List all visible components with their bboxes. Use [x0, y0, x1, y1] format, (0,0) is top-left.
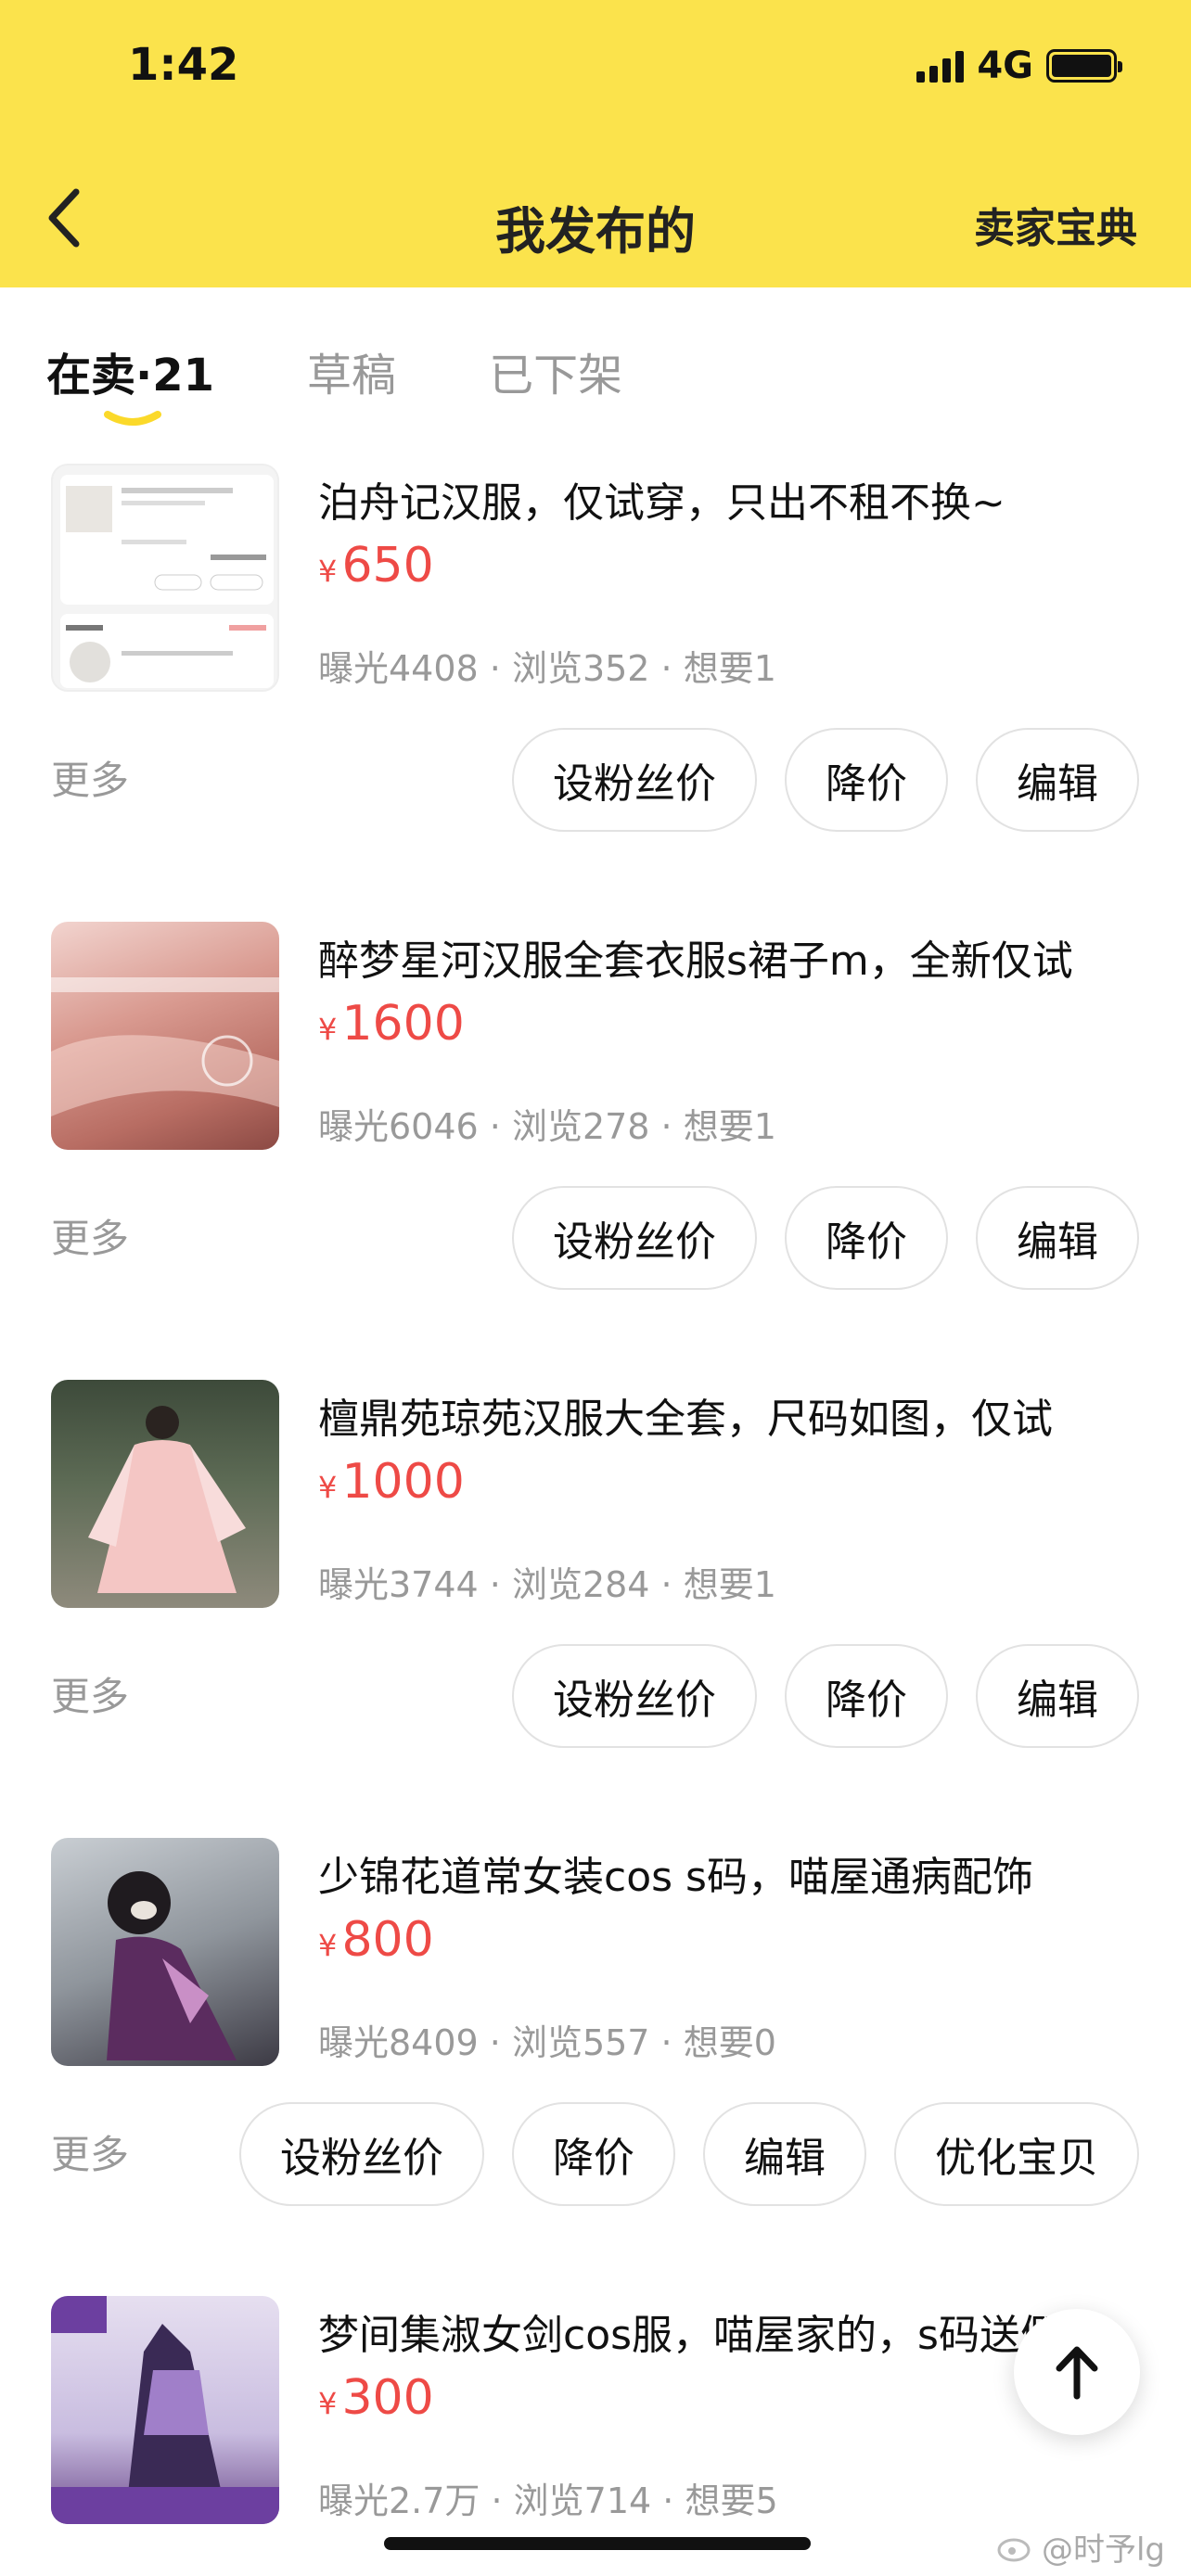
currency-symbol: ¥: [318, 1012, 338, 1047]
more-button[interactable]: 更多: [51, 749, 129, 806]
listing-stats: 曝光3744 · 浏览284 · 想要1: [318, 1564, 776, 1605]
listing-title: 醉梦星河汉服全套衣服s裙子m，全新仅试: [318, 937, 1073, 985]
scroll-to-top-button[interactable]: [1014, 2309, 1140, 2435]
tab-label: 草稿: [307, 350, 397, 402]
edit-button[interactable]: 编辑: [976, 1186, 1139, 1290]
edit-button[interactable]: 编辑: [703, 2102, 866, 2206]
price-value: 1000: [341, 1454, 465, 1510]
price-value: 800: [341, 1912, 434, 1968]
listing-thumbnail[interactable]: [51, 2296, 279, 2524]
set-fan-price-button[interactable]: 设粉丝价: [512, 1186, 757, 1290]
listing-item[interactable]: 少锦花道常女装cos s码，喵屋通病配饰 ¥ 800 曝光8409 · 浏览55…: [0, 1838, 1191, 2296]
listing-actions: 设粉丝价 降价 编辑: [512, 1644, 1139, 1748]
top-bar: 1:42 4G 我发布的 卖家宝典: [0, 0, 1191, 287]
listing-stats: 曝光2.7万 · 浏览714 · 想要5: [318, 2480, 778, 2521]
status-time: 1:42: [128, 39, 239, 91]
currency-symbol: ¥: [318, 1928, 338, 1963]
home-indicator: [384, 2537, 811, 2550]
listing-stats: 曝光8409 · 浏览557 · 想要0: [318, 2022, 776, 2063]
price-value: 1600: [341, 996, 465, 1052]
listing-stats: 曝光4408 · 浏览352 · 想要1: [318, 648, 776, 689]
listing-thumbnail[interactable]: [51, 1380, 279, 1608]
listing-price: ¥ 1600: [318, 996, 465, 1052]
reduce-price-button[interactable]: 降价: [785, 1644, 948, 1748]
listing-stats: 曝光6046 · 浏览278 · 想要1: [318, 1106, 776, 1147]
listing-title: 泊舟记汉服，仅试穿，只出不租不换~: [318, 479, 1005, 527]
tab-on-sale[interactable]: 在卖·21: [46, 338, 215, 426]
price-value: 650: [341, 538, 434, 593]
set-fan-price-button[interactable]: 设粉丝价: [512, 1644, 757, 1748]
tab-drafts[interactable]: 草稿: [307, 338, 396, 403]
tab-removed[interactable]: 已下架: [489, 338, 622, 403]
active-tab-indicator: [104, 411, 161, 426]
listing-price: ¥ 800: [318, 1912, 434, 1968]
edit-button[interactable]: 编辑: [976, 728, 1139, 832]
reduce-price-button[interactable]: 降价: [785, 728, 948, 832]
reduce-price-button[interactable]: 降价: [512, 2102, 675, 2206]
more-button[interactable]: 更多: [51, 1665, 129, 1722]
listing-price: ¥ 300: [318, 2370, 434, 2426]
battery-icon: [1046, 49, 1122, 83]
currency-symbol: ¥: [318, 1470, 338, 1505]
currency-symbol: ¥: [318, 554, 338, 589]
watermark-text: @时予lg: [1041, 2531, 1165, 2569]
listing-price: ¥ 1000: [318, 1454, 465, 1510]
edit-button[interactable]: 编辑: [976, 1644, 1139, 1748]
tab-label: 在卖·21: [46, 350, 215, 402]
set-fan-price-button[interactable]: 设粉丝价: [512, 728, 757, 832]
network-type: 4G: [977, 45, 1033, 87]
listing-tabs: 在卖·21 草稿 已下架: [46, 338, 715, 431]
listing-thumbnail[interactable]: [51, 464, 279, 692]
watermark: @时予lg: [997, 2524, 1165, 2570]
listing-thumbnail[interactable]: [51, 1838, 279, 2066]
arrow-up-icon: [1056, 2346, 1098, 2400]
more-button[interactable]: 更多: [51, 1207, 129, 1264]
set-fan-price-button[interactable]: 设粉丝价: [239, 2102, 484, 2206]
seller-guide-link[interactable]: 卖家宝典: [974, 195, 1137, 254]
listing-item[interactable]: 醉梦星河汉服全套衣服s裙子m，全新仅试 ¥ 1600 曝光6046 · 浏览27…: [0, 922, 1191, 1380]
reduce-price-button[interactable]: 降价: [785, 1186, 948, 1290]
listing-title: 少锦花道常女装cos s码，喵屋通病配饰: [318, 1854, 1033, 1901]
optimize-listing-button[interactable]: 优化宝贝: [894, 2102, 1139, 2206]
listing-item[interactable]: 泊舟记汉服，仅试穿，只出不租不换~ ¥ 650 曝光4408 · 浏览352 ·…: [0, 464, 1191, 922]
listing-actions: 设粉丝价 降价 编辑 优化宝贝: [239, 2102, 1139, 2206]
listing-title: 檀鼎苑琼苑汉服大全套，尺码如图，仅试: [318, 1396, 1053, 1443]
price-value: 300: [341, 2370, 434, 2426]
listing-item[interactable]: 檀鼎苑琼苑汉服大全套，尺码如图，仅试 ¥ 1000 曝光3744 · 浏览284…: [0, 1380, 1191, 1838]
listing-actions: 设粉丝价 降价 编辑: [512, 1186, 1139, 1290]
signal-icon: [916, 49, 965, 83]
weibo-icon: [997, 2538, 1031, 2561]
listing-thumbnail[interactable]: [51, 922, 279, 1150]
listing-actions: 设粉丝价 降价 编辑: [512, 728, 1139, 832]
currency-symbol: ¥: [318, 2386, 338, 2421]
status-indicators: 4G: [916, 45, 1122, 87]
tab-label: 已下架: [489, 350, 623, 402]
more-button[interactable]: 更多: [51, 2123, 129, 2180]
listing-price: ¥ 650: [318, 538, 434, 593]
